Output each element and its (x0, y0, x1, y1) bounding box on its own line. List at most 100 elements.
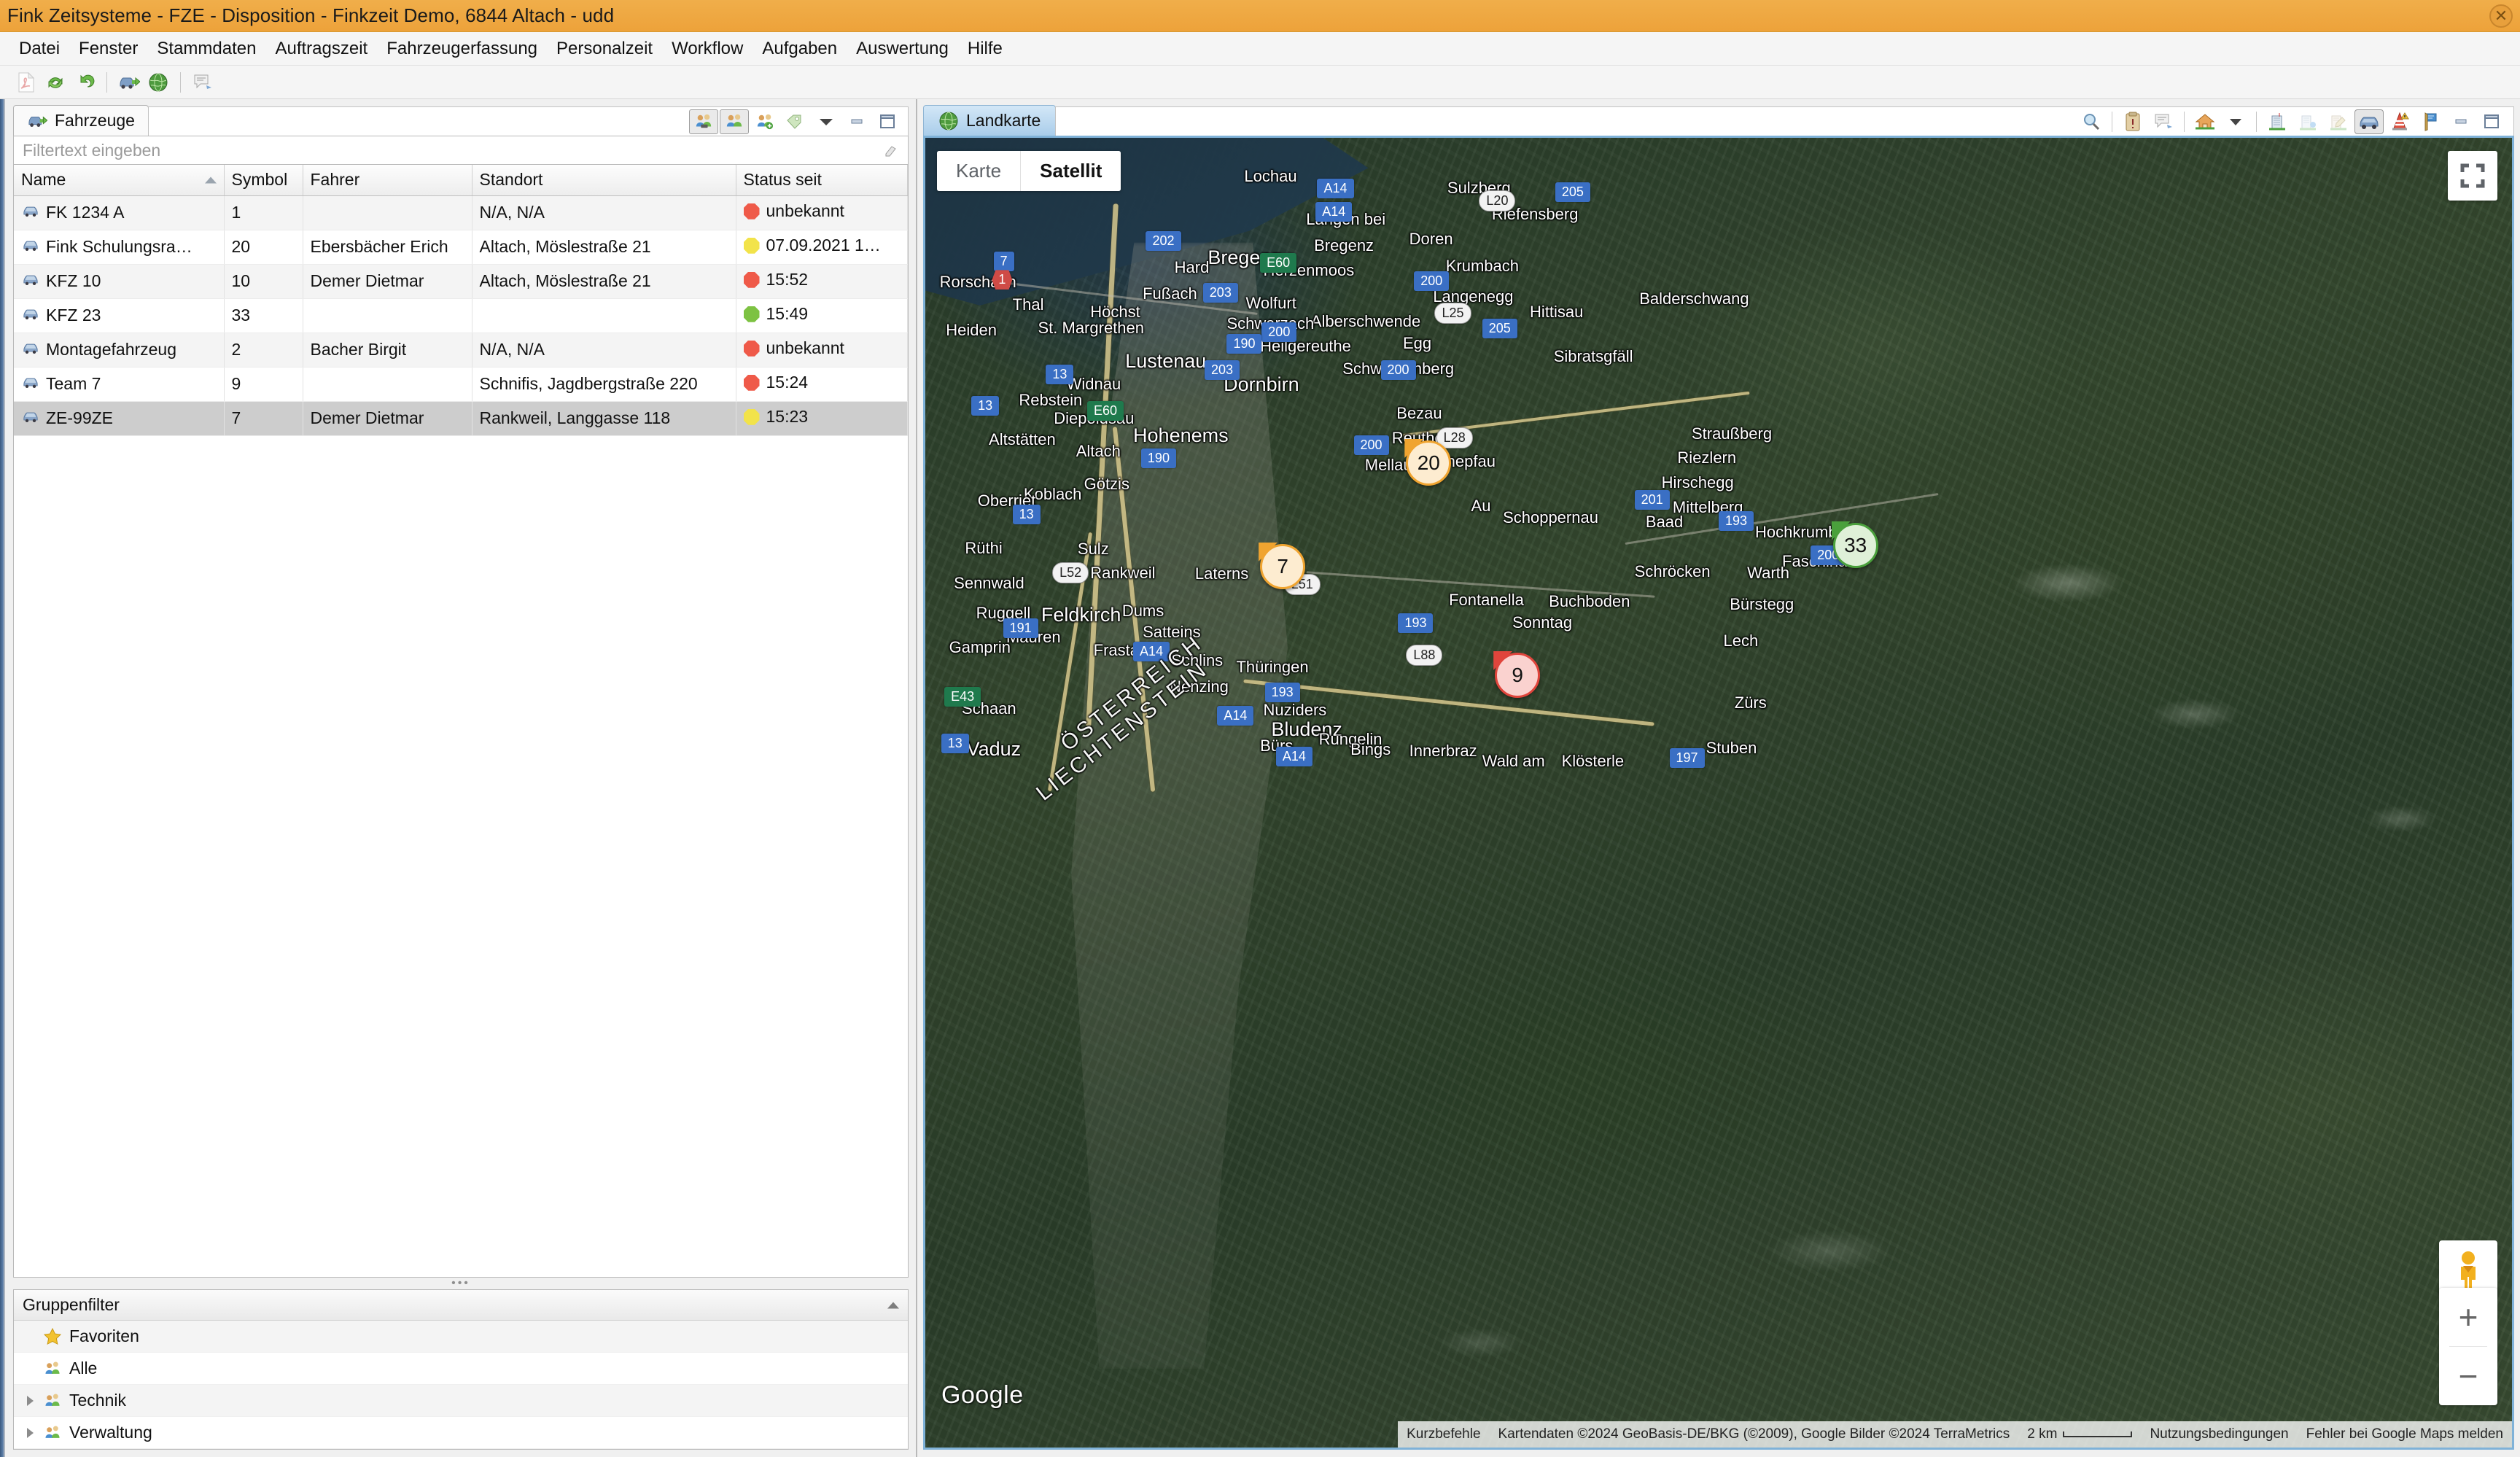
column-header-status-seit[interactable]: Status seit (736, 165, 908, 196)
report-error-link[interactable]: Fehler bei Google Maps melden (2297, 1421, 2512, 1448)
google-logo: Google (941, 1381, 1024, 1409)
satellite-imagery (925, 138, 2512, 1448)
building-add-icon[interactable] (2293, 109, 2322, 134)
tag-icon[interactable] (781, 109, 810, 134)
group-assign-icon[interactable] (689, 109, 718, 134)
vehicle-icon[interactable] (116, 70, 142, 95)
menu-item-datei[interactable]: Datei (10, 36, 69, 62)
expand-arrow-icon[interactable] (20, 1427, 40, 1438)
table-row[interactable]: Fink Schulungsra… 20 Ebersbächer Erich Alta… (14, 230, 908, 265)
menu-item-hilfe[interactable]: Hilfe (959, 36, 1011, 62)
tab-landkarte[interactable]: Landkarte (923, 105, 1057, 136)
search-input[interactable] (21, 139, 882, 161)
map-canvas[interactable]: Lochau Sulzberg Bregenz Langen bei Bregenz Ri… (923, 136, 2514, 1450)
map-type-karte[interactable]: Karte (937, 151, 1021, 191)
menu-item-fenster[interactable]: Fenster (70, 36, 147, 62)
menu-item-fahrzeugerfassung[interactable]: Fahrzeugerfassung (378, 36, 546, 62)
vehicle-marker[interactable]: 20 (1406, 440, 1452, 486)
comment-icon[interactable] (190, 70, 216, 95)
clear-filter-icon[interactable] (882, 141, 901, 160)
collapse-icon[interactable] (887, 1302, 899, 1308)
clipboard-icon[interactable] (2118, 109, 2147, 134)
vehicle-filter-box[interactable] (13, 136, 909, 165)
expand-arrow-icon[interactable] (20, 1395, 40, 1406)
zoom-in-button[interactable]: + (2439, 1288, 2497, 1346)
vehicle-name: ZE-99ZE (46, 408, 114, 427)
menu-item-aufgaben[interactable]: Aufgaben (753, 36, 846, 62)
vehicles-table: Name Symbol Fahrer Standort Status seit FK 1… (14, 165, 908, 436)
globe-icon[interactable] (145, 70, 171, 95)
column-header-standort[interactable]: Standort (472, 165, 736, 196)
globe-icon (938, 111, 959, 131)
map-type-satellit[interactable]: Satellit (1020, 151, 1121, 191)
menu-item-auswertung[interactable]: Auswertung (847, 36, 957, 62)
cell-name: KFZ 23 (14, 298, 225, 333)
search-icon[interactable] (2077, 109, 2106, 134)
vehicle-name: FK 1234 A (46, 203, 125, 222)
traffic-cone-icon[interactable] (2385, 109, 2414, 134)
group-filter-item-technik[interactable]: Technik (14, 1385, 908, 1417)
chevron-down-icon[interactable] (812, 109, 841, 134)
window-close-button[interactable]: ✕ (2489, 4, 2513, 28)
flag-icon[interactable] (2416, 109, 2445, 134)
status-seit-value: 15:23 (766, 407, 809, 427)
zoom-out-button[interactable]: − (2439, 1347, 2497, 1405)
group-icon (40, 1360, 65, 1378)
map-scale-label: 2 km (2027, 1426, 2058, 1442)
group-edit-icon[interactable] (720, 109, 749, 134)
map-data-attribution: Kartendaten ©2024 GeoBasis-DE/BKG (©2009… (1489, 1421, 2019, 1448)
map-panel: Landkarte Lochau Sulzberg Bregenz Langen… (917, 99, 2520, 1457)
refresh-icon[interactable] (42, 70, 69, 95)
status-badge (743, 271, 760, 288)
group-filter-item-verwaltung[interactable]: Verwaltung (14, 1417, 908, 1449)
keyboard-shortcuts-link[interactable]: Kurzbefehle (1398, 1421, 1490, 1448)
maximize-icon[interactable] (2477, 109, 2506, 134)
chevron-down-icon[interactable] (2221, 109, 2250, 134)
group-filter-item-favoriten[interactable]: Favoriten (14, 1321, 908, 1353)
table-row[interactable]: KFZ 10 10 Demer Dietmar Altach, Möslestraße… (14, 264, 908, 299)
vehicle-marker[interactable]: 7 (1260, 543, 1306, 589)
column-header-name[interactable]: Name (14, 165, 225, 196)
menu-item-workflow[interactable]: Workflow (663, 36, 752, 62)
menu-item-stammdaten[interactable]: Stammdaten (148, 36, 265, 62)
column-header-fahrer[interactable]: Fahrer (303, 165, 472, 196)
minimize-icon[interactable] (842, 109, 871, 134)
window-title: Fink Zeitsysteme - FZE - Disposition - F… (7, 4, 615, 26)
pdf-export-icon[interactable] (13, 70, 39, 95)
table-row[interactable]: Montagefahrzeug 2 Bacher Birgit N/A, N/A unb… (14, 333, 908, 368)
vehicle-icon (21, 409, 40, 424)
menu-item-auftragszeit[interactable]: Auftragszeit (266, 36, 376, 62)
minimize-icon[interactable] (2446, 109, 2476, 134)
cell-name: Montagefahrzeug (14, 333, 225, 368)
building-icon[interactable] (2263, 109, 2292, 134)
cell-symbol: 33 (224, 298, 303, 333)
table-body: FK 1234 A 1 N/A, N/A unbekannt Fink Schulung… (14, 195, 908, 436)
home-icon[interactable] (2190, 109, 2220, 134)
vehicle-icon[interactable] (2354, 109, 2384, 134)
fullscreen-button[interactable] (2448, 151, 2497, 201)
status-seit-value: 07.09.2021 1… (766, 236, 881, 255)
vehicle-marker[interactable]: 33 (1832, 523, 1878, 569)
cell-standort: Altach, Möslestraße 21 (472, 230, 736, 265)
group-filter-item-alle[interactable]: Alle (14, 1353, 908, 1385)
table-row[interactable]: FK 1234 A 1 N/A, N/A unbekannt (14, 195, 908, 230)
group-add-icon[interactable] (750, 109, 779, 134)
table-row[interactable]: Team 7 9 Schnifis, Jagdbergstraße 220 15:24 (14, 367, 908, 402)
comment-icon[interactable] (2149, 109, 2178, 134)
toolbar-separator (2256, 111, 2257, 132)
building-edit-icon[interactable] (2324, 109, 2353, 134)
panel-split-handle[interactable]: ••• (13, 1277, 909, 1289)
menu-item-personalzeit[interactable]: Personalzeit (548, 36, 661, 62)
terms-link[interactable]: Nutzungsbedingungen (2141, 1421, 2298, 1448)
undo-icon[interactable] (71, 70, 98, 95)
tab-fahrzeuge[interactable]: Fahrzeuge (13, 105, 149, 136)
vehicles-tabrow: Fahrzeuge (13, 105, 909, 136)
maximize-icon[interactable] (873, 109, 902, 134)
status-seit-value: 15:49 (766, 304, 809, 324)
vehicle-icon (21, 306, 40, 321)
vehicle-marker[interactable]: 9 (1495, 652, 1541, 698)
table-row[interactable]: KFZ 23 33 15:49 (14, 298, 908, 333)
menubar: Datei Fenster Stammdaten Auftragszeit Fahrze… (0, 32, 2520, 66)
table-row[interactable]: ZE-99ZE 7 Demer Dietmar Rankweil, Langgasse… (14, 401, 908, 436)
column-header-symbol[interactable]: Symbol (224, 165, 303, 196)
